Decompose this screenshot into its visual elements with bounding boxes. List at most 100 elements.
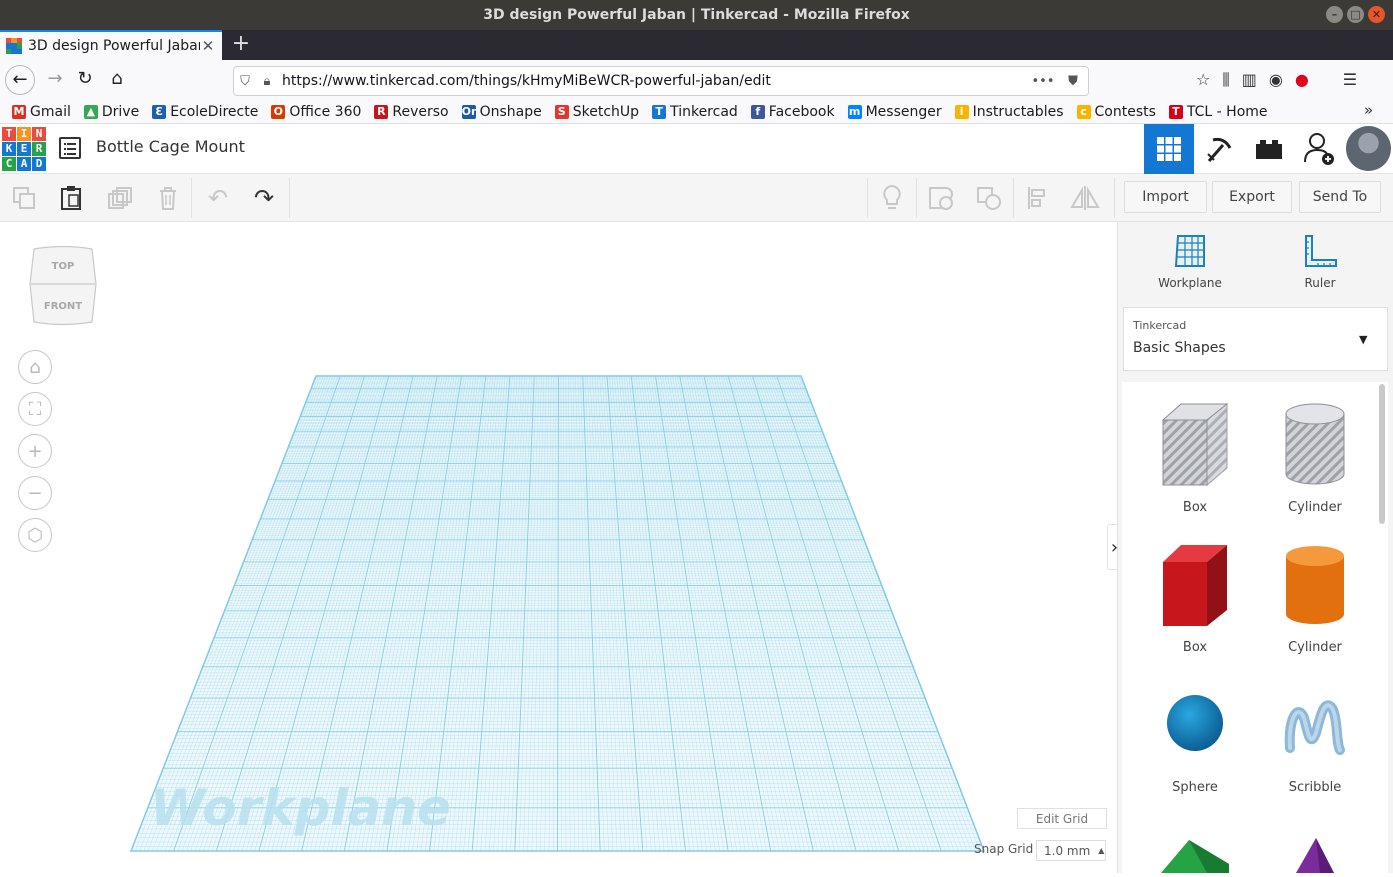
opera-icon[interactable]: ●	[1295, 70, 1309, 90]
workplane-grid[interactable]: Workplane	[0, 222, 1117, 873]
onshape-icon: On	[461, 104, 479, 119]
bookmark-drive[interactable]: ▲ Drive	[83, 104, 139, 120]
fit-view-button[interactable]: ⛶	[18, 392, 52, 426]
bookmark-sketchup[interactable]: S SketchUp	[554, 104, 639, 120]
url-input[interactable]: https://www.tinkercad.com/things/kHmyMiB…	[278, 73, 1028, 89]
bookmark-contests[interactable]: c Contests	[1076, 104, 1156, 120]
tab-title: 3D design Powerful Jaban | Tinkercad	[28, 38, 200, 54]
shape-pyramid-partial[interactable]	[1290, 836, 1340, 877]
new-tab-button[interactable]: +	[230, 30, 252, 60]
tinkercad-favicon	[6, 38, 22, 54]
align-button[interactable]	[1022, 182, 1054, 214]
shape-cylinder-solid[interactable]: Cylinder	[1260, 540, 1370, 655]
workplane-tool[interactable]: Workplane	[1150, 232, 1230, 290]
user-avatar[interactable]	[1346, 126, 1391, 171]
tab-close-icon[interactable]: ✕	[200, 37, 216, 55]
send-to-button[interactable]: Send To	[1299, 181, 1381, 213]
hamburger-menu-icon[interactable]: ☰	[1343, 70, 1357, 90]
shape-library-name: Basic Shapes	[1133, 340, 1226, 356]
mirror-button[interactable]	[1069, 182, 1101, 214]
page-actions-icon[interactable]: •••	[1028, 74, 1058, 89]
bricks-view-button[interactable]	[1244, 124, 1294, 174]
shape-scribble[interactable]: Scribble	[1260, 688, 1370, 795]
bookmark-office-360[interactable]: O Office 360	[271, 104, 361, 120]
reload-button[interactable]: ↻	[70, 65, 100, 95]
bookmark-label: Gmail	[30, 103, 71, 120]
ortho-view-button[interactable]: ⬡	[18, 518, 52, 552]
viewcube-front-label[interactable]: FRONT	[44, 301, 82, 312]
zoom-in-button[interactable]: +	[18, 434, 52, 468]
delete-button[interactable]	[152, 182, 184, 214]
bookmark-ecoledirecte[interactable]: Ɛ EcoleDirecte	[152, 104, 258, 120]
office-icon: O	[271, 104, 286, 119]
bookmarks-overflow-icon[interactable]: »	[1364, 101, 1373, 119]
shape-library-dropdown[interactable]	[1123, 307, 1388, 371]
design-list-icon[interactable]	[59, 137, 81, 159]
snap-grid-select[interactable]: 1.0 mm ▲	[1036, 840, 1106, 861]
box-hole-icon	[1161, 402, 1229, 487]
bookmark-reverso[interactable]: R Reverso	[374, 104, 449, 120]
arrow-left-icon: ←	[12, 69, 28, 90]
bookmark-tinkercad[interactable]: T Tinkercad	[652, 104, 738, 120]
bookmark-instructables[interactable]: i Instructables	[954, 104, 1064, 120]
account-icon[interactable]: ◉	[1269, 70, 1283, 90]
lock-icon[interactable]: 🔒︎	[256, 74, 278, 89]
edit-grid-button[interactable]: Edit Grid	[1017, 808, 1107, 829]
bookmark-messenger[interactable]: m Messenger	[847, 104, 942, 120]
design-title[interactable]: Bottle Cage Mount	[96, 137, 245, 156]
toolbar-icons: ☆ ⫼ ▥ ◉ ● ☰	[1196, 70, 1357, 90]
viewcube-top-label[interactable]: TOP	[52, 261, 75, 272]
ungroup-icon	[977, 187, 1001, 210]
bookmark-gmail[interactable]: M Gmail	[12, 104, 71, 120]
shape-box-hole[interactable]: Box	[1140, 400, 1250, 515]
blocks-view-button[interactable]	[1194, 124, 1244, 174]
shape-roof-partial[interactable]	[1155, 838, 1231, 877]
home-button[interactable]: ⌂	[102, 65, 132, 95]
shape-sphere[interactable]: Sphere	[1140, 688, 1250, 795]
bookmark-facebook[interactable]: f Facebook	[750, 104, 835, 120]
export-button[interactable]: Export	[1212, 181, 1292, 213]
caret-down-icon[interactable]: ▼	[1359, 333, 1367, 346]
bookmark-onshape[interactable]: On Onshape	[461, 104, 542, 120]
invite-user-button[interactable]	[1294, 124, 1344, 174]
ungroup-button[interactable]	[973, 182, 1005, 214]
copy-button[interactable]	[8, 182, 40, 214]
tinkercad-logo[interactable]: TIN KER CAD	[2, 127, 46, 171]
home-view-button[interactable]: ⌂	[18, 350, 52, 384]
duplicate-button[interactable]	[104, 182, 136, 214]
group-button[interactable]	[925, 182, 957, 214]
close-window-button[interactable]: ✕	[1368, 6, 1385, 23]
3d-view-button[interactable]	[1144, 124, 1194, 174]
maximize-button[interactable]: □	[1347, 6, 1364, 23]
logo-letter: I	[17, 127, 31, 141]
ruler-tool[interactable]: Ruler	[1280, 232, 1360, 290]
ruler-icon	[1305, 235, 1337, 267]
forward-button[interactable]: →	[40, 65, 70, 95]
shape-label: Box	[1182, 640, 1208, 655]
browser-tab-active[interactable]: 3D design Powerful Jaban | Tinkercad ✕	[0, 30, 222, 60]
shield-icon[interactable]: ⛉	[234, 74, 256, 89]
bookmark-label: Tinkercad	[670, 103, 738, 120]
notes-button[interactable]	[876, 182, 908, 214]
shape-cylinder-hole[interactable]: Cylinder	[1260, 400, 1370, 515]
redo-button[interactable]: ↷	[248, 182, 280, 214]
undo-arrow-icon: ↶	[207, 184, 229, 212]
undo-button[interactable]: ↶	[202, 182, 234, 214]
library-icon[interactable]: ⫼	[1222, 70, 1229, 90]
view-cube[interactable]: TOP FRONT	[28, 244, 98, 326]
shape-box-solid[interactable]: Box	[1140, 540, 1250, 655]
bookmark-tcl-home[interactable]: T TCL - Home	[1168, 104, 1268, 120]
sketchup-icon: S	[554, 104, 569, 119]
paste-button[interactable]	[55, 182, 87, 214]
zoom-out-button[interactable]: −	[18, 476, 52, 510]
shapes-scrollbar[interactable]	[1379, 384, 1385, 524]
pocket-icon[interactable]: ⛊	[1058, 74, 1088, 89]
back-button[interactable]: ←	[5, 65, 35, 95]
import-button[interactable]: Import	[1124, 181, 1207, 213]
minimize-button[interactable]: –	[1326, 6, 1343, 23]
url-bar[interactable]: ⛉ 🔒︎ https://www.tinkercad.com/things/kH…	[233, 66, 1089, 96]
sidebar-icon[interactable]: ▥	[1242, 70, 1257, 90]
gmail-icon: M	[12, 104, 26, 119]
bookmark-star-icon[interactable]: ☆	[1196, 70, 1210, 90]
shape-label: Scribble	[1288, 780, 1342, 795]
